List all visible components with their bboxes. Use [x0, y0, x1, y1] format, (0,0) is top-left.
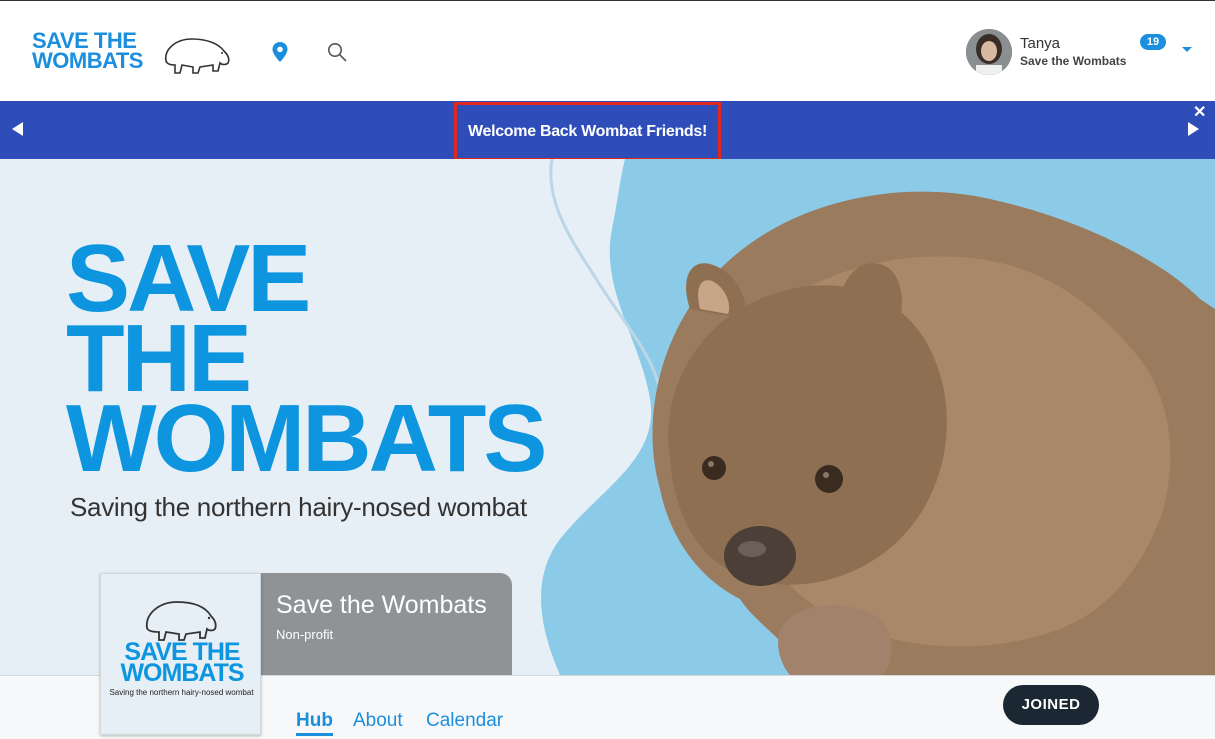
tab-calendar[interactable]: Calendar [426, 710, 503, 732]
chevron-down-icon[interactable] [1182, 47, 1192, 52]
banner-title: SAVE THE WOMBATS [66, 225, 547, 492]
announcement-bar: Welcome Back Wombat Friends! ✕ [0, 101, 1215, 161]
top-header: SAVE THE WOMBATS Tanya Save the Wombats … [0, 0, 1215, 101]
announcement-message[interactable]: Welcome Back Wombat Friends! [454, 102, 721, 161]
close-icon[interactable]: ✕ [1193, 105, 1206, 121]
group-name: Save the Wombats [276, 591, 487, 619]
page: SAVE THE WOMBATS Tanya Save the Wombats … [0, 0, 1215, 739]
user-menu[interactable]: Tanya Save the Wombats 19 [966, 29, 1206, 75]
location-pin-icon[interactable] [271, 41, 289, 63]
group-info-panel: Save the Wombats Non-profit [260, 573, 512, 675]
group-type: Non-profit [276, 627, 334, 642]
tab-about[interactable]: About [353, 710, 403, 732]
logo-text: SAVE THE WOMBATS [32, 28, 143, 73]
next-announcement-icon[interactable] [1188, 122, 1199, 136]
avatar [966, 29, 1012, 75]
wombat-logo-icon [165, 38, 230, 74]
user-name: Tanya [1020, 35, 1061, 52]
user-org: Save the Wombats [1020, 54, 1127, 68]
notification-badge[interactable]: 19 [1140, 34, 1166, 50]
group-avatar[interactable]: SAVE THE WOMBATS Saving the northern hai… [100, 573, 261, 735]
joined-button[interactable]: JOINED [1003, 685, 1099, 725]
group-avatar-title: SAVE THE WOMBATS [120, 638, 244, 687]
wombat-logo-icon [146, 601, 217, 641]
tab-hub[interactable]: Hub [296, 710, 333, 736]
previous-announcement-icon[interactable] [12, 122, 23, 136]
banner-subtitle: Saving the northern hairy-nosed wombat [70, 492, 527, 522]
site-logo[interactable]: SAVE THE WOMBATS [32, 28, 232, 75]
group-avatar-subtitle: Saving the northern hairy-nosed wombat [109, 688, 254, 697]
search-icon[interactable] [327, 42, 347, 62]
